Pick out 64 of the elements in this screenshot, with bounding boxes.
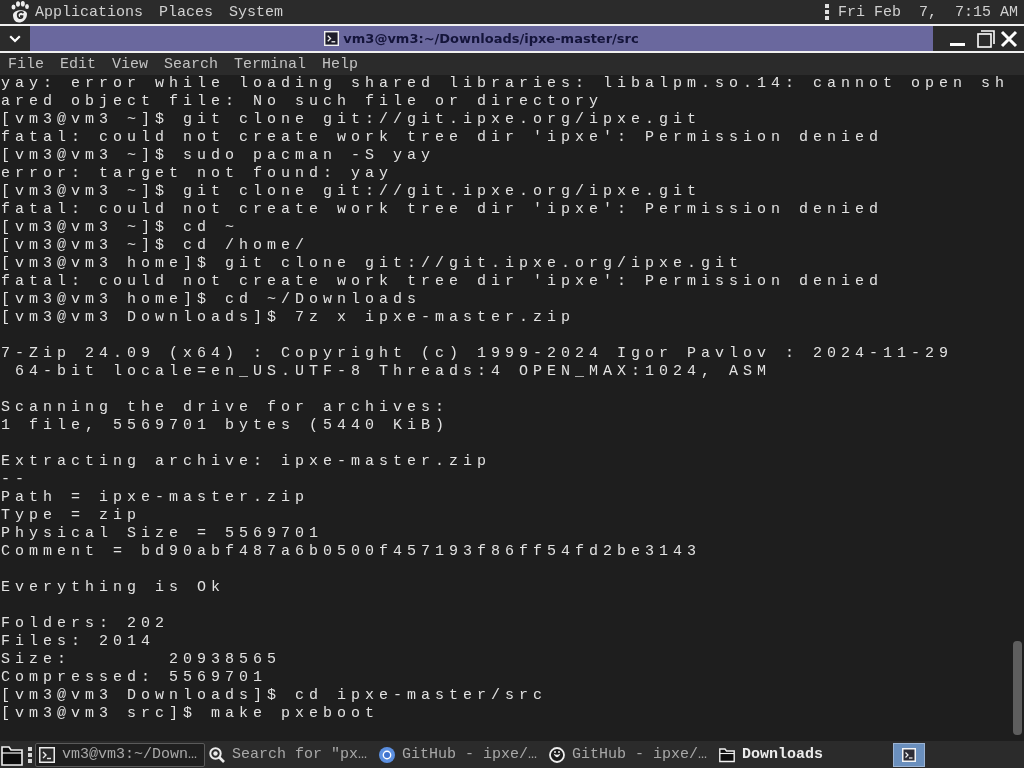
terminal-icon <box>902 747 916 762</box>
panel-menu[interactable]: System <box>221 2 292 22</box>
clock[interactable]: Fri Feb 7, 7:15 AM <box>837 3 1018 21</box>
terminal-line: Everything is Ok <box>1 579 226 597</box>
window-title: vm3@vm3:~/Downloads/ipxe-master/src <box>343 31 639 46</box>
workspace-button[interactable] <box>893 742 925 767</box>
taskbar-button[interactable]: GitHub - ipxe/… <box>375 742 542 767</box>
panel-menu[interactable]: Places <box>151 2 222 22</box>
taskbar-button[interactable]: Downloads <box>715 742 827 767</box>
scrollbar-thumb[interactable] <box>1013 641 1022 735</box>
terminal-line: fatal: could not create work tree dir 'ipxe': Permission denied <box>1 129 884 147</box>
terminal-line: [vm3@vm3 ~]$ git clone git://git.ipxe.org/ipxe.git <box>1 183 702 201</box>
close-icon[interactable] <box>1000 29 1018 48</box>
restore-icon[interactable] <box>977 29 995 48</box>
folder-icon[interactable] <box>1 743 23 766</box>
terminal-line: fatal: could not create work tree dir 'ipxe': Permission denied <box>1 273 884 291</box>
terminal-icon <box>39 746 55 763</box>
terminal-line: yay: error while loading shared libraries: libalpm.so.14: cannot open sh <box>1 75 1010 93</box>
menu-item[interactable]: Search <box>156 54 227 74</box>
terminal-line: [vm3@vm3 src]$ make pxeboot <box>1 705 380 723</box>
search-icon <box>209 746 225 763</box>
terminal-line: Size: 20938565 <box>1 651 282 669</box>
panel-menu[interactable]: Applications <box>27 2 152 22</box>
terminal-line: error: target not found: yay <box>1 165 394 183</box>
terminal-line: [vm3@vm3 home]$ cd ~/Downloads <box>1 291 422 309</box>
terminal-line: Scanning the drive for archives: <box>1 399 450 417</box>
taskbar-button[interactable]: Search for "px… <box>205 742 372 767</box>
terminal-line: Extracting archive: ipxe-master.zip <box>1 453 492 471</box>
window-menu-button[interactable] <box>0 26 30 51</box>
terminal-line: ared object file: No such file or directory <box>1 93 604 111</box>
terminal-icon <box>324 31 340 46</box>
terminal-line: [vm3@vm3 ~]$ git clone git://git.ipxe.org/ipxe.git <box>1 111 702 129</box>
terminal-line: Physical Size = 5569701 <box>1 525 324 543</box>
target-icon <box>379 746 395 763</box>
foot-icon[interactable] <box>10 1 30 23</box>
chevron-icon <box>9 34 21 43</box>
terminal-line: fatal: could not create work tree dir 'ipxe': Permission denied <box>1 201 884 219</box>
terminal-line: [vm3@vm3 ~]$ sudo pacman -S yay <box>1 147 436 165</box>
terminal-line: [vm3@vm3 ~]$ cd ~ <box>1 219 240 237</box>
terminal-line: 7-Zip 24.09 (x64) : Copyright (c) 1999-2024 Igor Pavlov : 2024-11-29 <box>1 345 954 363</box>
terminal-line: [vm3@vm3 ~]$ cd /home/ <box>1 237 310 255</box>
terminal-line: 1 file, 5569701 bytes (5440 KiB) <box>1 417 450 435</box>
smiley-icon <box>549 746 565 763</box>
menu-item[interactable]: Terminal <box>226 54 315 74</box>
grip-icon[interactable] <box>28 746 32 763</box>
terminal-line: [vm3@vm3 Downloads]$ 7z x ipxe-master.zip <box>1 309 576 327</box>
grip-icon[interactable] <box>824 4 829 20</box>
terminal-line: Compressed: 5569701 <box>1 669 268 687</box>
terminal-line: Path = ipxe-master.zip <box>1 489 310 507</box>
terminal-line: [vm3@vm3 Downloads]$ cd ipxe-master/src <box>1 687 548 705</box>
menu-item[interactable]: View <box>104 54 157 74</box>
taskbar-button[interactable]: vm3@vm3:~/Down… <box>35 742 205 767</box>
terminal-line: 64-bit locale=en_US.UTF-8 Threads:4 OPEN_MAX:1024, ASM <box>14 363 772 381</box>
taskbar-button[interactable]: GitHub - ipxe/… <box>545 742 712 767</box>
terminal-line: Files: 2014 <box>1 633 156 651</box>
terminal-line: Type = zip <box>1 507 141 525</box>
terminal-line: Folders: 202 <box>1 615 170 633</box>
menu-item[interactable]: Edit <box>52 54 105 74</box>
folder-icon <box>719 746 735 763</box>
terminal-line: Comment = bd90abf487a6b0500f457193f86ff54fd2be3143 <box>1 543 702 561</box>
terminal-line: -- <box>1 471 29 489</box>
terminal-line: [vm3@vm3 home]$ git clone git://git.ipxe.org/ipxe.git <box>1 255 744 273</box>
menu-item[interactable]: Help <box>314 54 367 74</box>
menu-item[interactable]: File <box>0 54 52 74</box>
